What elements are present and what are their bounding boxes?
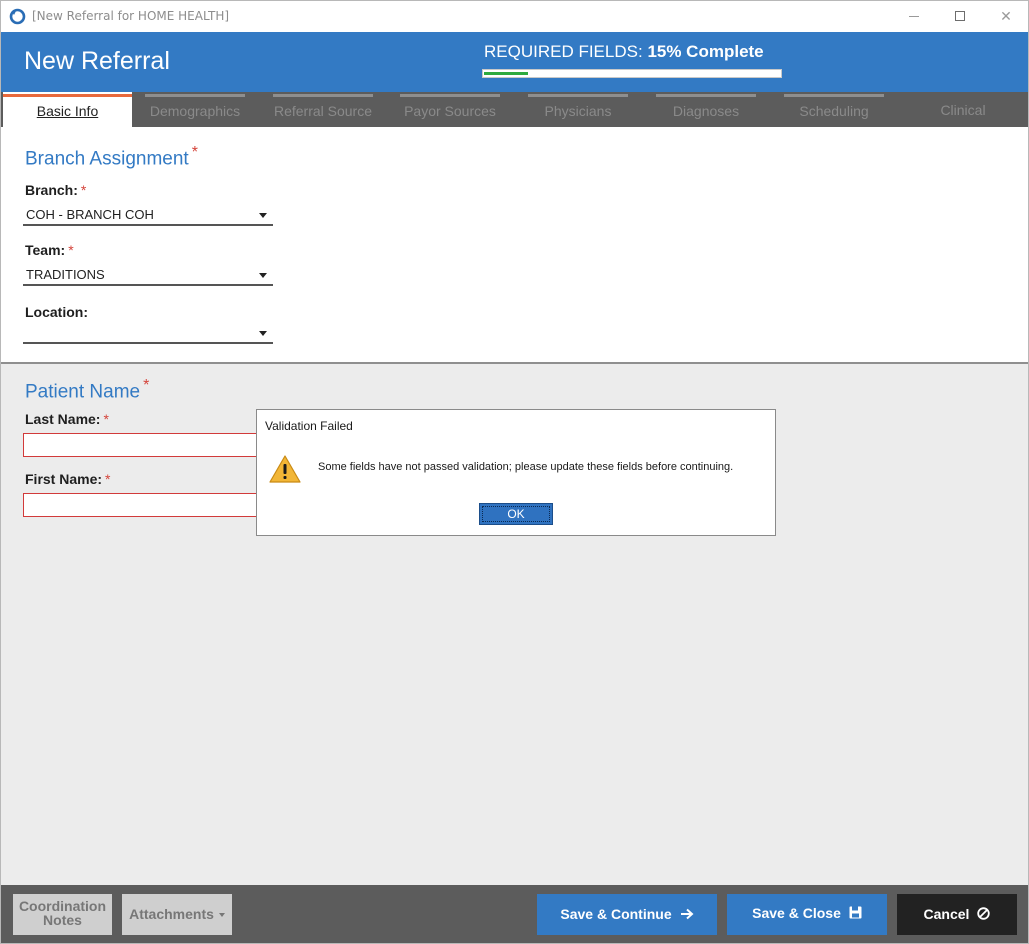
chevron-down-icon bbox=[259, 273, 267, 278]
maximize-icon bbox=[955, 11, 965, 21]
dialog-title: Validation Failed bbox=[265, 419, 353, 433]
tab-payor-sources[interactable]: Payor Sources bbox=[400, 92, 500, 127]
dialog-message: Some fields have not passed validation; … bbox=[318, 461, 734, 473]
branch-assignment-section: Branch Assignment * Branch: * COH - BRANCH… bbox=[1, 127, 1028, 364]
required-fields-label: REQUIRED FIELDS: bbox=[484, 42, 643, 61]
chevron-down-icon bbox=[259, 213, 267, 218]
required-progress-fill bbox=[484, 72, 528, 75]
required-progress-bar bbox=[482, 69, 782, 78]
minimize-button[interactable] bbox=[891, 1, 937, 32]
save-continue-button[interactable]: Save & Continue bbox=[537, 894, 717, 935]
coordination-notes-button[interactable]: Coordination Notes bbox=[13, 894, 112, 935]
patient-name-title: Patient Name * bbox=[25, 377, 150, 403]
branch-assignment-title: Branch Assignment * bbox=[25, 144, 198, 170]
close-button[interactable]: ✕ bbox=[983, 1, 1028, 32]
maximize-button[interactable] bbox=[937, 1, 983, 32]
team-select[interactable]: TRADITIONS bbox=[23, 266, 273, 286]
referral-window: [New Referral for HOME HEALTH] ✕ New Ref… bbox=[0, 0, 1029, 944]
first-name-label: First Name: * bbox=[25, 471, 111, 487]
tab-scheduling[interactable]: Scheduling bbox=[784, 92, 884, 127]
floppy-disk-icon bbox=[849, 894, 862, 933]
app-logo-icon bbox=[9, 8, 26, 25]
chevron-down-icon bbox=[259, 331, 267, 336]
header-bar: New Referral REQUIRED FIELDS: 15% Comple… bbox=[1, 32, 1028, 92]
warning-icon bbox=[269, 455, 301, 483]
required-marker: * bbox=[191, 144, 198, 161]
tab-basic-info[interactable]: Basic Info bbox=[3, 92, 132, 127]
page-title: New Referral bbox=[24, 47, 170, 75]
last-name-label: Last Name: * bbox=[25, 411, 109, 427]
required-fields-percent: 15% Complete bbox=[647, 42, 764, 61]
tab-bar: Basic Info Demographics Referral Source … bbox=[1, 92, 1028, 127]
location-select[interactable] bbox=[23, 324, 273, 344]
tab-referral-source[interactable]: Referral Source bbox=[273, 92, 373, 127]
validation-dialog: Validation Failed Some fields have not p… bbox=[256, 409, 776, 536]
cancel-button[interactable]: Cancel bbox=[897, 894, 1017, 935]
required-marker: * bbox=[143, 377, 150, 394]
last-name-field[interactable] bbox=[23, 433, 263, 457]
required-fields-status: REQUIRED FIELDS: 15% Complete bbox=[484, 42, 764, 62]
attachments-button[interactable]: Attachments bbox=[122, 894, 232, 935]
minimize-icon bbox=[909, 16, 919, 17]
save-close-button[interactable]: Save & Close bbox=[727, 894, 887, 935]
tab-physicians[interactable]: Physicians bbox=[528, 92, 628, 127]
focus-ring bbox=[482, 506, 550, 522]
arrow-right-icon bbox=[680, 894, 694, 935]
cancel-icon bbox=[977, 894, 991, 935]
chevron-down-icon bbox=[218, 913, 225, 918]
team-label: Team: * bbox=[25, 242, 74, 258]
branch-label: Branch: * bbox=[25, 182, 87, 198]
first-name-field[interactable] bbox=[23, 493, 263, 517]
ok-button[interactable]: OK bbox=[479, 503, 553, 525]
window-title: [New Referral for HOME HEALTH] bbox=[32, 9, 230, 23]
tab-diagnoses[interactable]: Diagnoses bbox=[656, 92, 756, 127]
branch-select[interactable]: COH - BRANCH COH bbox=[23, 206, 273, 226]
footer-bar: Coordination Notes Attachments Save & Co… bbox=[1, 885, 1028, 943]
tab-clinical[interactable]: Clinical bbox=[913, 92, 1013, 127]
location-label: Location: bbox=[25, 304, 88, 320]
title-bar: [New Referral for HOME HEALTH] ✕ bbox=[1, 1, 1028, 32]
close-icon: ✕ bbox=[1000, 8, 1012, 24]
tab-demographics[interactable]: Demographics bbox=[145, 92, 245, 127]
